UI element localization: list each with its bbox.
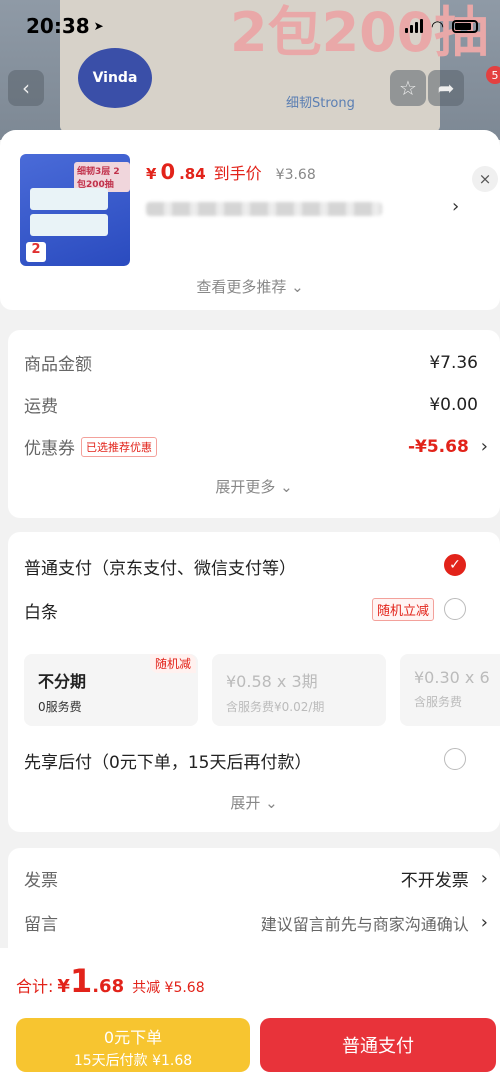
chevron-right-icon: › (480, 868, 488, 889)
summary-value: ¥7.36 (429, 352, 478, 373)
chevron-left-icon: ‹ (22, 76, 30, 100)
plan-tag: 随机减 (149, 654, 196, 673)
expand-more-link[interactable]: 展开更多 ⌄ (8, 476, 500, 497)
chevron-right-icon[interactable]: › (452, 196, 459, 217)
price-integer: 0 (160, 160, 176, 184)
expand-link[interactable]: 展开 ⌄ (8, 792, 500, 813)
coupon-row[interactable]: 优惠券 已选推荐优惠 -¥5.68 › (24, 434, 488, 459)
plan-title: ¥0.58 x 3期 (226, 672, 318, 691)
coupon-tag: 已选推荐优惠 (81, 436, 157, 457)
baitiao-option[interactable]: 白条 (24, 598, 58, 623)
plan-fee: 0服务费 (38, 700, 82, 714)
price-decimal: .84 (179, 165, 206, 183)
plan-fee: 含服务费 (414, 695, 463, 709)
coupon-label: 优惠券 (24, 439, 75, 459)
vinda-logo: Vinda (78, 48, 152, 108)
invoice-row[interactable]: 发票 不开发票 › (24, 866, 488, 891)
message-value: 建议留言前先与商家沟通确认 (260, 914, 469, 934)
message-label: 留言 (24, 915, 58, 935)
total-amount: 合计: ¥ 1 .68 共减 ¥5.68 (16, 962, 205, 1000)
message-row[interactable]: 留言 建议留言前先与商家沟通确认 › (24, 910, 488, 935)
price-summary-card: 商品金额 ¥7.36 运费 ¥0.00 优惠券 已选推荐优惠 -¥5.68 › … (8, 330, 500, 518)
plan-title: ¥0.30 x 6 (414, 668, 490, 687)
checkout-bar: 合计: ¥ 1 .68 共减 ¥5.68 0元下单 15天后付款 ¥1.68 普… (0, 948, 500, 1074)
more-recommendations-link[interactable]: 查看更多推荐 ⌄ (0, 270, 500, 310)
location-arrow-icon: ➤ (93, 19, 104, 33)
pay-later-subtitle: 15天后付款 ¥1.68 (73, 1053, 193, 1069)
invoice-label: 发票 (24, 871, 58, 891)
price-line: ¥ 0 .84 到手价 ¥3.68 (146, 160, 316, 184)
payment-card: 普通支付（京东支付、微信支付等） ✓ 白条 随机立减 不分期 0服务费 随机减 … (8, 532, 500, 832)
radio-normal-payment[interactable]: ✓ (444, 554, 466, 576)
coupon-value: -¥5.68 (407, 436, 469, 457)
installment-plan-3[interactable]: ¥0.58 x 3期 含服务费¥0.02/期 (212, 654, 386, 726)
price-note: 到手价 (213, 164, 262, 183)
random-discount-tag: 随机立减 (372, 598, 435, 621)
share-icon: ➦ (437, 76, 455, 100)
total-label: 合计: (16, 977, 54, 996)
summary-row: 商品金额 ¥7.36 (24, 350, 478, 376)
cart-badge: 5 (486, 66, 500, 84)
status-bar: 20:38 ➤ ◠ (0, 0, 500, 52)
tissue-pack-image (30, 214, 108, 236)
signal-icon (404, 19, 423, 33)
summary-label: 运费 (24, 397, 58, 417)
installment-plan-6[interactable]: ¥0.30 x 6 含服务费 (400, 654, 500, 726)
pay-later-button[interactable]: 0元下单 15天后付款 ¥1.68 (16, 1018, 250, 1072)
original-price: ¥3.68 (275, 167, 316, 183)
buy-now-pay-later-option[interactable]: 先享后付（0元下单，15天后再付款） (24, 748, 311, 773)
order-sheet: 细韧3层 2包200抽 2 ¥ 0 .84 到手价 ¥3.68 › × 查看更多… (0, 130, 500, 1074)
total-discount: 共减 ¥5.68 (132, 980, 205, 996)
summary-label: 商品金额 (24, 355, 92, 375)
product-thumbnail[interactable]: 细韧3层 2包200抽 2 (20, 154, 130, 266)
tissue-pack-image (30, 188, 108, 210)
banner-sub-text: 细韧Strong (286, 96, 355, 111)
total-decimal: .68 (92, 976, 125, 997)
favorite-button[interactable]: ☆ (390, 70, 426, 106)
summary-value: ¥0.00 (429, 394, 478, 415)
total-symbol: ¥ (57, 976, 70, 997)
radio-bnpl[interactable] (444, 748, 466, 770)
share-button[interactable]: ➦ (428, 70, 464, 106)
radio-baitiao[interactable] (444, 598, 466, 620)
battery-icon (452, 19, 478, 33)
status-time: 20:38 (26, 14, 90, 38)
pay-later-title: 0元下单 (103, 1028, 163, 1047)
product-header: 细韧3层 2包200抽 2 ¥ 0 .84 到手价 ¥3.68 › × (0, 130, 500, 280)
summary-row: 运费 ¥0.00 (24, 392, 478, 418)
normal-payment-option[interactable]: 普通支付（京东支付、微信支付等） (24, 554, 296, 579)
plan-fee: 含服务费¥0.02/期 (226, 700, 325, 714)
check-icon: ✓ (449, 557, 461, 573)
normal-pay-button[interactable]: 普通支付 (260, 1018, 496, 1072)
star-icon: ☆ (399, 76, 417, 100)
back-button[interactable]: ‹ (8, 70, 44, 106)
invoice-value: 不开发票 (400, 871, 469, 891)
total-integer: 1 (69, 962, 93, 1000)
close-button[interactable]: × (472, 166, 498, 192)
wifi-icon: ◠ (430, 17, 444, 35)
chevron-right-icon: › (480, 436, 488, 457)
blurred-address (146, 202, 382, 216)
chevron-right-icon: › (480, 912, 488, 933)
price-symbol: ¥ (146, 165, 157, 183)
pack-count: 2 (26, 242, 46, 262)
installment-plan-none[interactable]: 不分期 0服务费 随机减 (24, 654, 198, 726)
